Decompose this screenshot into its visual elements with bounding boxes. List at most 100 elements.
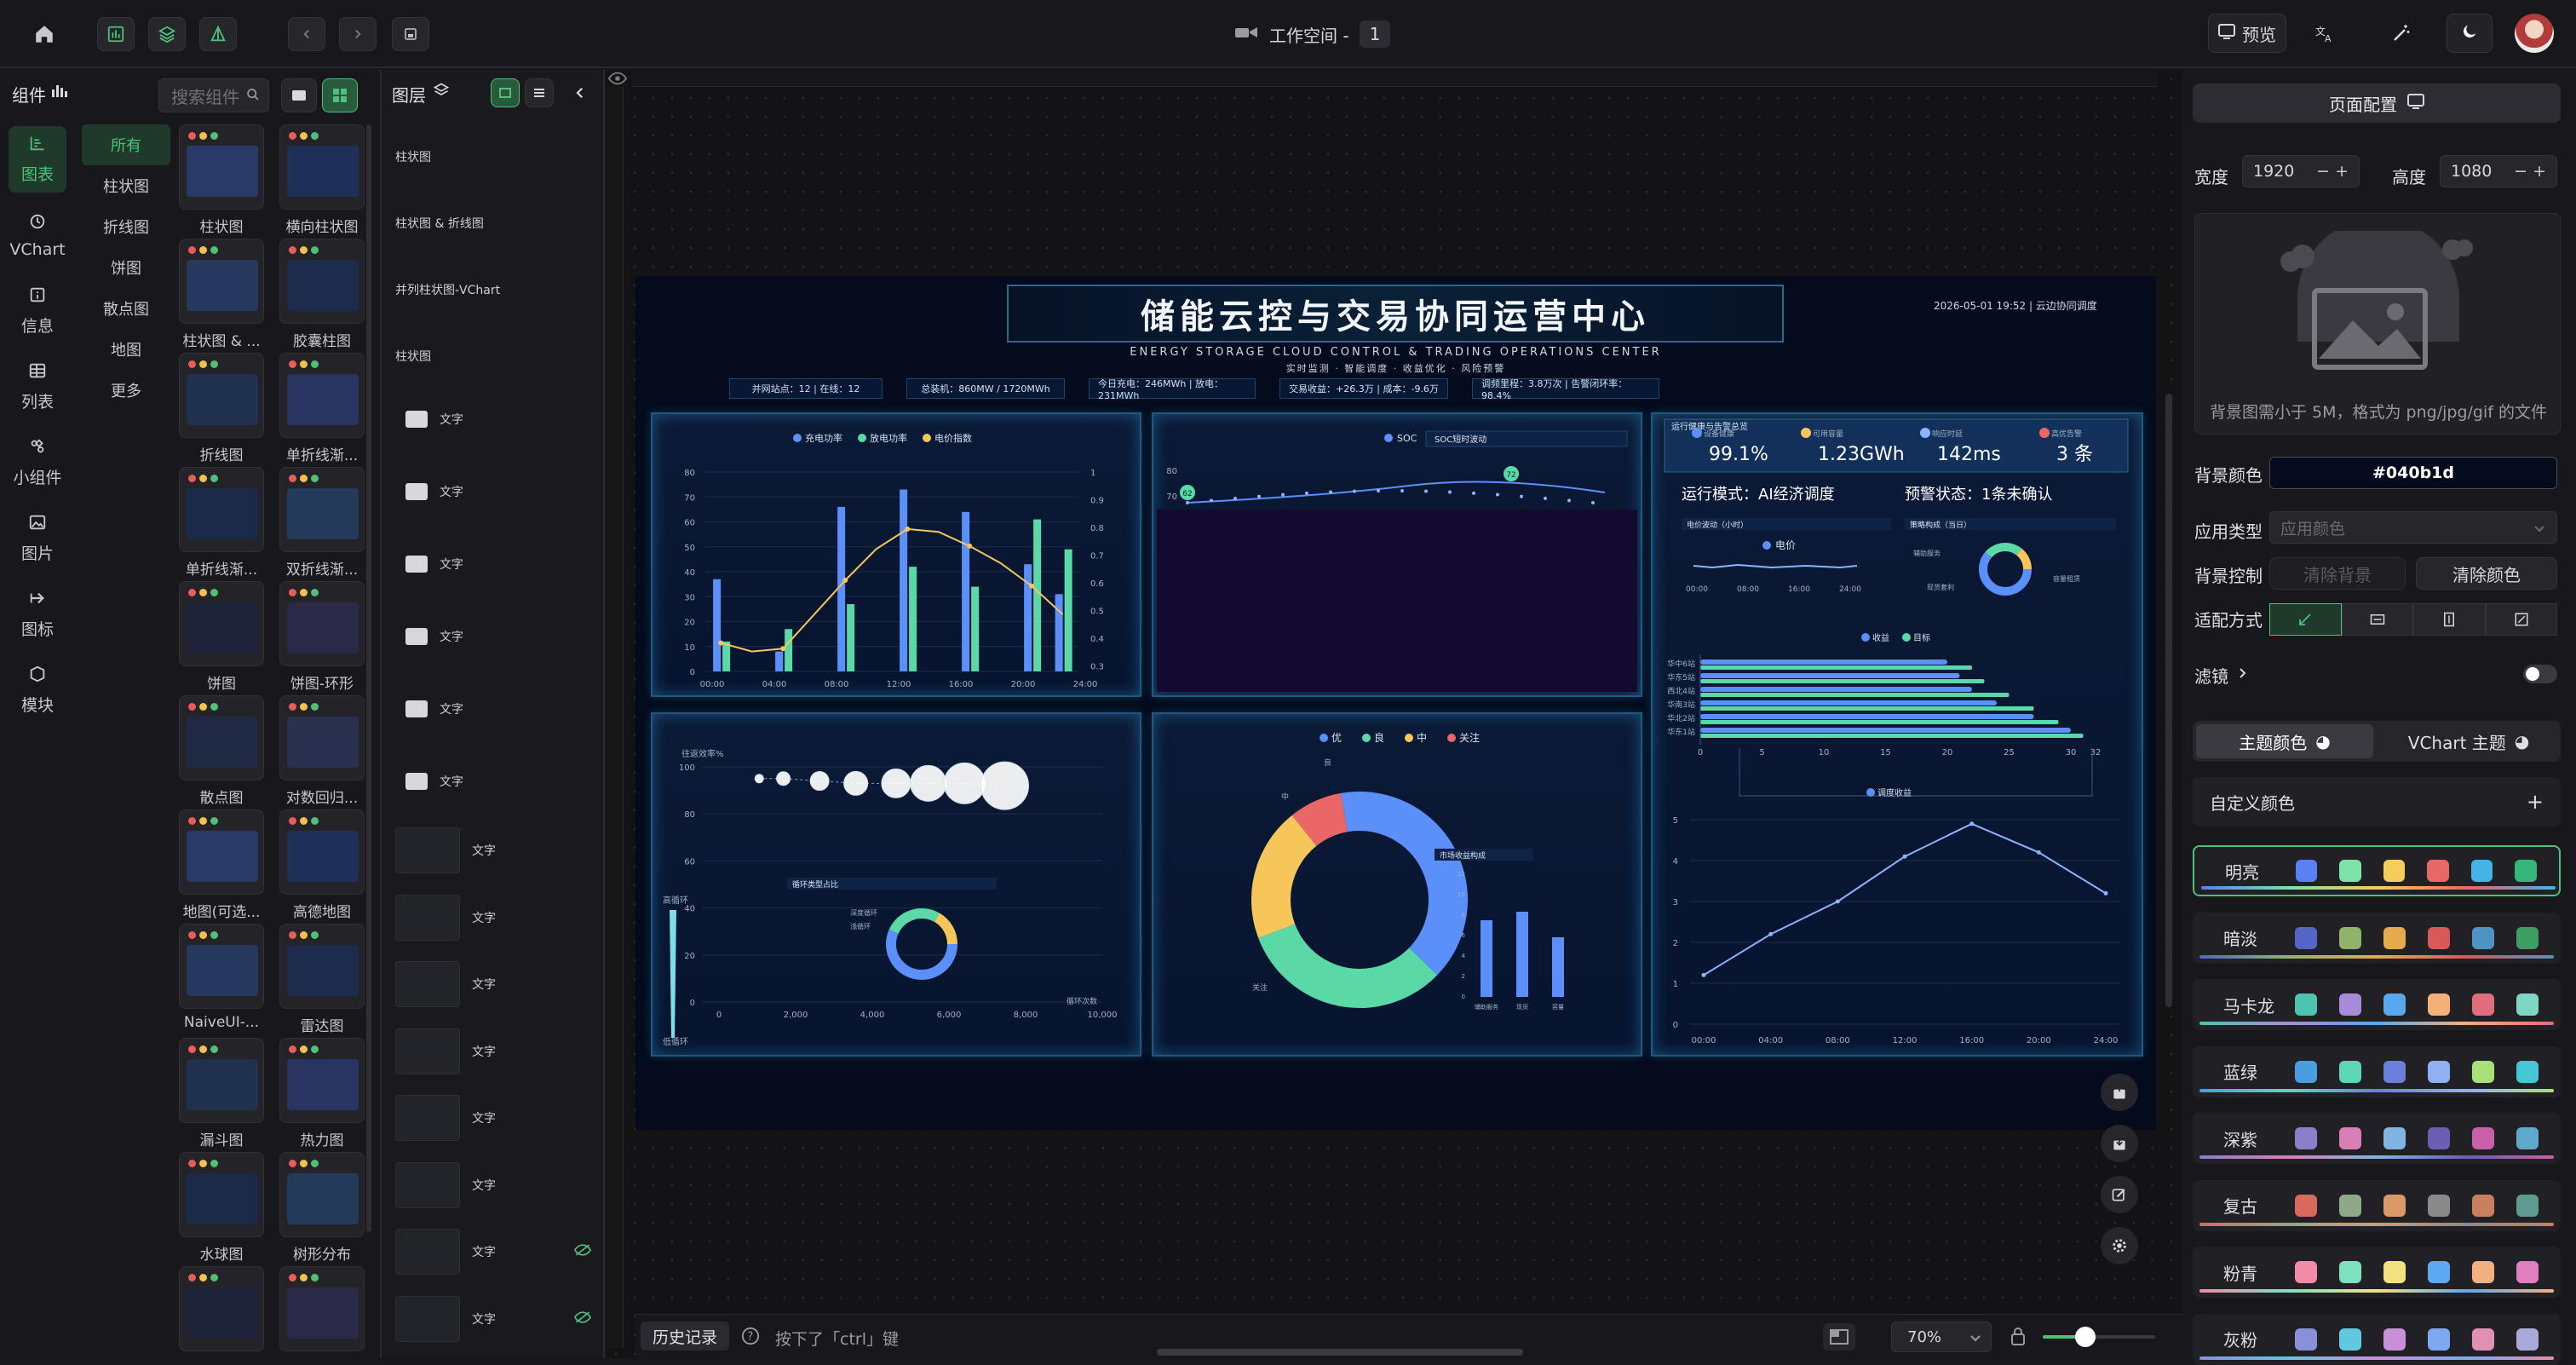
zoom-select[interactable]: 70%	[1891, 1322, 1992, 1352]
component-thumb[interactable]	[279, 239, 365, 324]
theme-row[interactable]: 灰粉	[2193, 1313, 2561, 1365]
layer-item[interactable]: 文字	[395, 959, 600, 1010]
bg-color-input[interactable]: #040b1d	[2269, 457, 2557, 489]
save-icon[interactable]	[392, 17, 429, 51]
chart-card-overview[interactable]: 运行健康与告警总览 设备健康 99.1% 可用容量 1.23GWh 响应时延 142ms 高优…	[1651, 412, 2143, 1057]
layer-item[interactable]: 文字	[395, 1160, 600, 1211]
theme-row[interactable]: 蓝绿	[2193, 1045, 2561, 1097]
category-item[interactable]: 柱状图	[82, 165, 170, 206]
edit-icon[interactable]	[2101, 1176, 2138, 1213]
dashboard-canvas[interactable]: 储能云控与交易协同运营中心 ENERGY STORAGE CLOUD CONTR…	[635, 276, 2156, 1130]
tab-vchart-theme[interactable]: VChart 主题 ◕	[2380, 724, 2557, 758]
width-stepper-icon[interactable]: − +	[2316, 162, 2349, 181]
component-thumb[interactable]	[279, 1152, 365, 1237]
eye-off-icon[interactable]	[573, 1244, 592, 1259]
component-thumb[interactable]	[179, 809, 264, 895]
component-thumb[interactable]	[279, 581, 365, 666]
layer-item[interactable]: 柱状图	[395, 331, 600, 382]
layer-list-view-icon[interactable]	[525, 78, 554, 107]
import-icon[interactable]	[2101, 1125, 2138, 1162]
preview-button[interactable]: 预览	[2208, 14, 2286, 53]
component-search-input[interactable]: 搜索组件	[158, 78, 269, 112]
theme-row[interactable]: 马卡龙	[2193, 979, 2561, 1030]
history-button[interactable]: 历史记录	[641, 1322, 730, 1351]
height-input[interactable]: 1080 − +	[2440, 155, 2557, 187]
plus-icon[interactable]: +	[2527, 790, 2544, 814]
theme-row[interactable]: 深紫	[2193, 1113, 2561, 1164]
layer-item[interactable]: 文字	[395, 539, 600, 590]
rail-item-4[interactable]: 小组件	[9, 429, 66, 496]
layers-toggle-button[interactable]	[148, 17, 186, 51]
chart-toggle-button[interactable]	[97, 17, 135, 51]
height-stepper-icon[interactable]: − +	[2514, 162, 2546, 181]
zoom-slider[interactable]	[2043, 1327, 2155, 1347]
filter-row[interactable]: 滤镜	[2194, 663, 2247, 688]
custom-color-row[interactable]: 自定义颜色 +	[2193, 777, 2561, 826]
width-input[interactable]: 1920 − +	[2242, 155, 2360, 187]
eye-icon[interactable]	[607, 72, 628, 89]
layer-item[interactable]: 文字	[395, 756, 600, 807]
eye-off-icon[interactable]	[573, 1310, 592, 1327]
collapse-chevron-icon[interactable]	[572, 85, 588, 104]
layer-item[interactable]: 文字	[395, 1293, 600, 1345]
magic-wand-icon[interactable]	[2380, 14, 2423, 53]
rail-item-2[interactable]: 信息	[9, 278, 66, 344]
component-thumb[interactable]	[279, 353, 365, 438]
component-thumb[interactable]	[179, 353, 264, 438]
layer-item[interactable]: 柱状图	[395, 131, 600, 182]
user-avatar[interactable]	[2515, 14, 2554, 53]
filter-toggle[interactable]	[2523, 665, 2557, 683]
component-thumb[interactable]	[179, 1038, 264, 1123]
home-icon[interactable]	[26, 17, 63, 51]
category-item[interactable]: 所有	[82, 124, 170, 165]
layer-item[interactable]: 文字	[395, 466, 600, 517]
component-thumb[interactable]	[179, 1152, 264, 1237]
clear-color-button[interactable]: 清除颜色	[2416, 557, 2557, 590]
tab-theme-color[interactable]: 主题颜色 ◕	[2196, 724, 2373, 758]
background-upload[interactable]: 背景图需小于 5M，格式为 png/jpg/gif 的文件	[2194, 213, 2561, 435]
component-thumb[interactable]	[179, 695, 264, 780]
layer-item[interactable]: 柱状图 & 折线图	[395, 198, 600, 249]
component-thumb[interactable]	[179, 467, 264, 552]
layer-item[interactable]: 文字	[395, 394, 600, 445]
components-scrollbar[interactable]	[366, 124, 371, 1232]
dark-mode-toggle[interactable]	[2447, 14, 2493, 53]
category-item[interactable]: 饼图	[82, 247, 170, 288]
canvas-vertical-scrollbar[interactable]	[2165, 394, 2172, 1007]
export-icon[interactable]	[2101, 1074, 2138, 1111]
layer-thumbnail-view-icon[interactable]	[491, 78, 520, 107]
layer-item[interactable]: 并列柱状图-VChart	[395, 264, 600, 315]
category-item[interactable]: 地图	[82, 329, 170, 370]
layer-item[interactable]: 文字	[395, 1026, 600, 1077]
page-config-tab[interactable]: 页面配置	[2193, 84, 2561, 123]
component-thumb[interactable]	[279, 695, 365, 780]
layer-item[interactable]: 文字	[395, 683, 600, 734]
chart-card-soc[interactable]: SOC SOC短时波动 80 70 62 72	[1152, 412, 1642, 697]
component-thumb[interactable]	[179, 124, 264, 210]
layer-item[interactable]: 文字	[395, 611, 600, 662]
component-thumb[interactable]	[279, 467, 365, 552]
undo-button[interactable]	[288, 17, 325, 51]
redo-button[interactable]	[339, 17, 377, 51]
category-item[interactable]: 更多	[82, 370, 170, 411]
rail-item-0[interactable]: 图表	[9, 126, 66, 193]
theme-row[interactable]: 明亮	[2193, 845, 2561, 896]
fit-full-icon[interactable]	[2485, 603, 2557, 636]
grid-view-icon[interactable]	[322, 78, 358, 112]
rail-item-6[interactable]: 图标	[9, 581, 66, 648]
category-item[interactable]: 折线图	[82, 206, 170, 247]
theme-row[interactable]: 粉青	[2193, 1247, 2561, 1298]
help-icon[interactable]: ?	[741, 1327, 760, 1349]
component-thumb[interactable]	[279, 1266, 365, 1351]
component-thumb[interactable]	[279, 1038, 365, 1123]
fit-width-icon[interactable]	[2341, 603, 2413, 636]
theme-row[interactable]: 暗淡	[2193, 912, 2561, 964]
chart-card-power[interactable]: 充电功率 放电功率 电价指数 80 70 60 50 40 30 20 10 0 1 0.9 0.8 0.7 0…	[651, 412, 1141, 697]
fit-auto-icon[interactable]	[2269, 603, 2342, 636]
component-thumb[interactable]	[279, 124, 365, 210]
component-thumb[interactable]	[179, 239, 264, 324]
canvas-horizontal-scrollbar[interactable]	[1157, 1349, 1523, 1356]
component-thumb[interactable]	[279, 924, 365, 1009]
rail-item-7[interactable]: 模块	[9, 657, 66, 723]
component-thumb[interactable]	[179, 1266, 264, 1351]
